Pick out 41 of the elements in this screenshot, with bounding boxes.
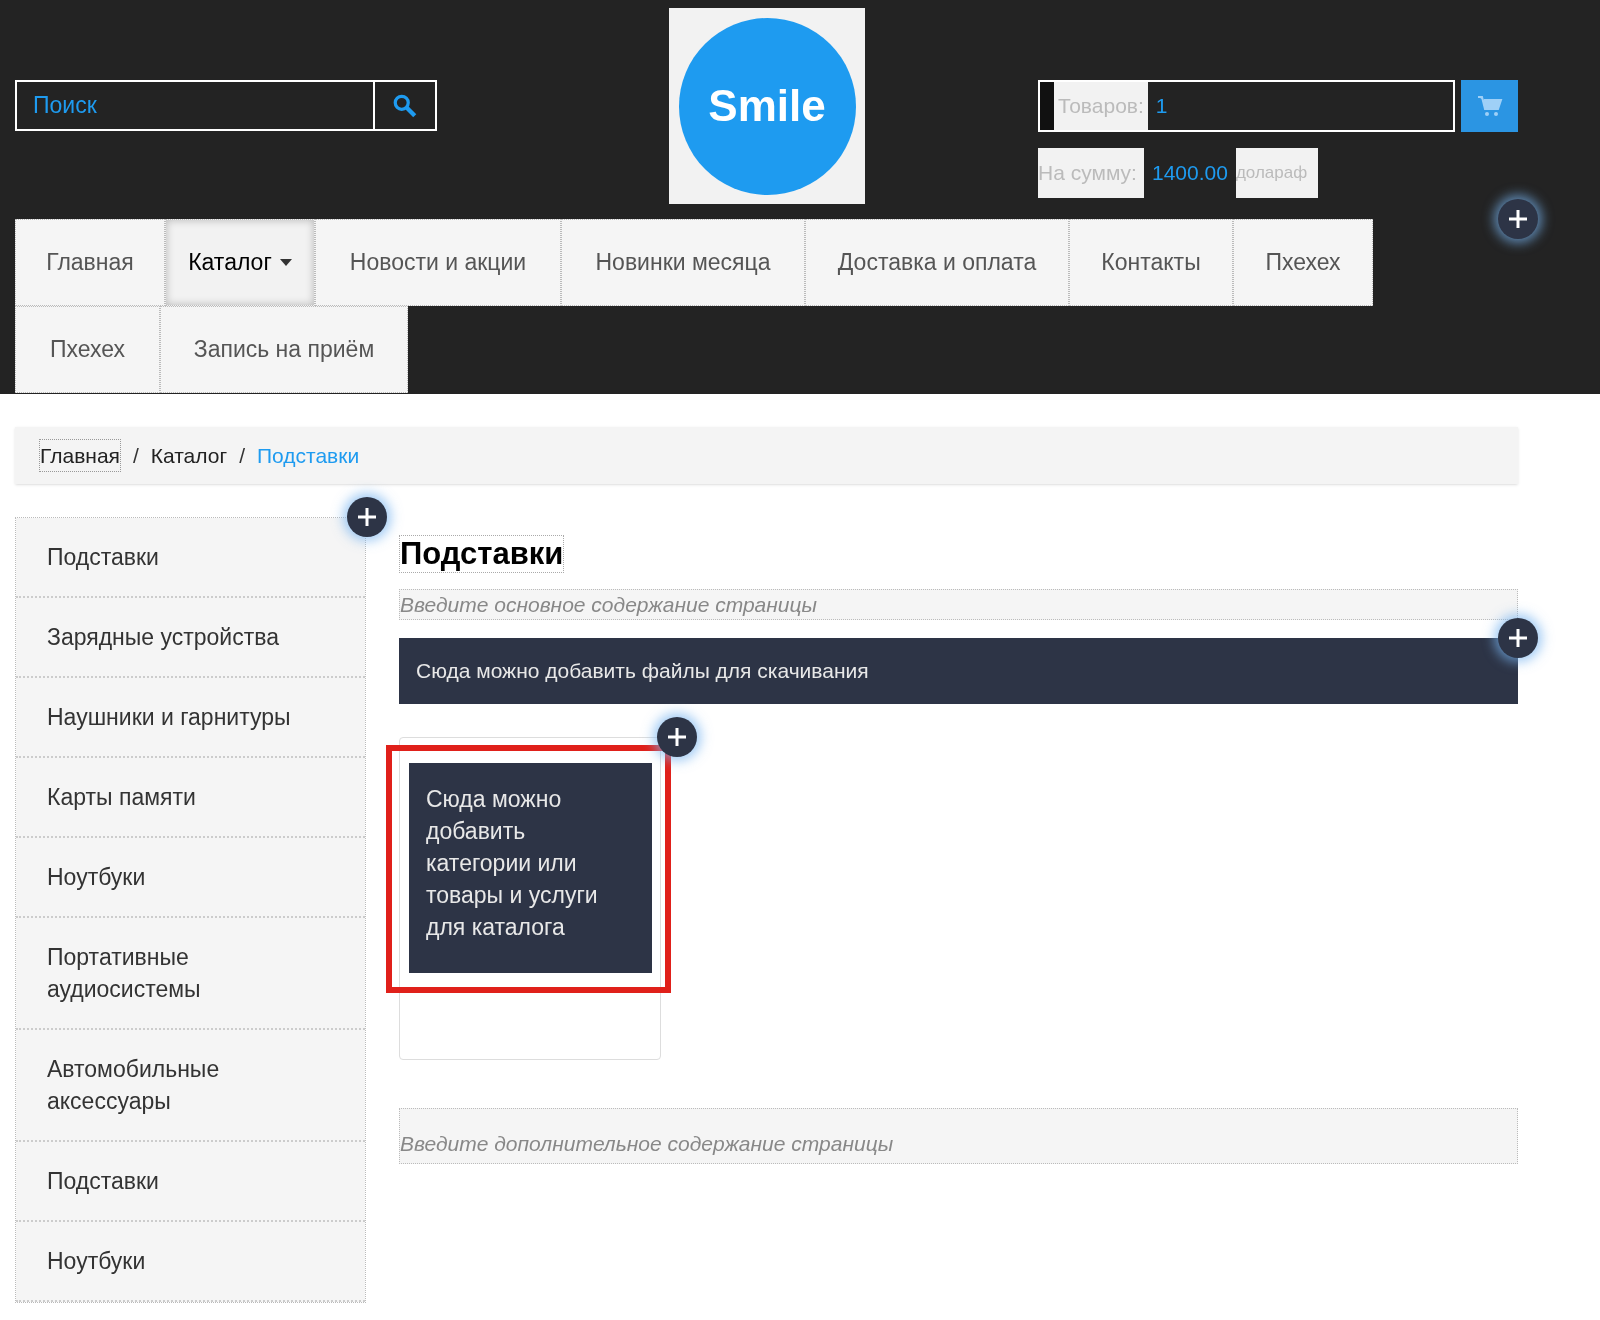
add-block-button[interactable]	[347, 497, 387, 537]
catalog-placeholder[interactable]: Сюда можно добавить категории или товары и услуги для каталога	[409, 763, 652, 973]
plus-icon	[1507, 627, 1529, 649]
files-banner[interactable]: Сюда можно добавить файлы для скачивания	[399, 638, 1518, 704]
add-block-button[interactable]	[1498, 199, 1538, 239]
sidebar-item[interactable]: Карты памяти	[16, 758, 365, 838]
breadcrumb-link[interactable]: Главная	[39, 438, 121, 473]
nav-tab[interactable]: Новинки месяца	[561, 219, 805, 306]
sidebar-item[interactable]: Зарядные устройства	[16, 598, 365, 678]
nav-tab[interactable]: Пхехех	[15, 306, 160, 393]
search-field[interactable]: Поиск	[15, 80, 437, 131]
plus-icon	[356, 506, 378, 528]
nav-tab[interactable]: Запись на приём	[160, 306, 408, 393]
sum-value: 1400.00	[1152, 160, 1228, 187]
add-block-button[interactable]	[1498, 618, 1538, 658]
search-input[interactable]: Поиск	[17, 82, 373, 129]
sidebar-item[interactable]: Ноутбуки	[16, 838, 365, 918]
nav-tab[interactable]: Каталог	[165, 219, 315, 306]
items-count: 1	[1154, 93, 1169, 120]
sidebar-item[interactable]: Портативные аудиосистемы	[16, 918, 365, 1030]
sidebar-item[interactable]: Ноутбуки	[16, 1222, 365, 1302]
sidebar-item[interactable]: Подставки	[16, 518, 365, 598]
sidebar-item[interactable]: Подставки	[16, 1142, 365, 1222]
cart-icon	[1476, 95, 1503, 117]
nav-tab[interactable]: Пхехех	[1233, 219, 1373, 306]
sidebar-item[interactable]: Наушники и гарнитуры	[16, 678, 365, 758]
breadcrumb-separator: /	[132, 442, 139, 469]
field-marker	[1040, 82, 1054, 130]
plus-icon	[666, 726, 688, 748]
plus-icon	[1507, 208, 1529, 230]
page-title[interactable]: Подставки	[399, 535, 565, 573]
breadcrumb-separator: /	[239, 442, 245, 469]
logo-text: Smile	[708, 80, 826, 132]
sidebar-item[interactable]: Автомобильные аксессуары	[16, 1030, 365, 1142]
search-icon	[392, 92, 418, 119]
breadcrumb-link[interactable]: Каталог	[150, 439, 228, 472]
nav-tab[interactable]: Новости и акции	[315, 219, 561, 306]
nav-tab[interactable]: Доставка и оплата	[805, 219, 1069, 306]
nav-tab[interactable]: Контакты	[1069, 219, 1233, 306]
add-block-button[interactable]	[657, 717, 697, 757]
nav-tab[interactable]: Главная	[15, 219, 165, 306]
